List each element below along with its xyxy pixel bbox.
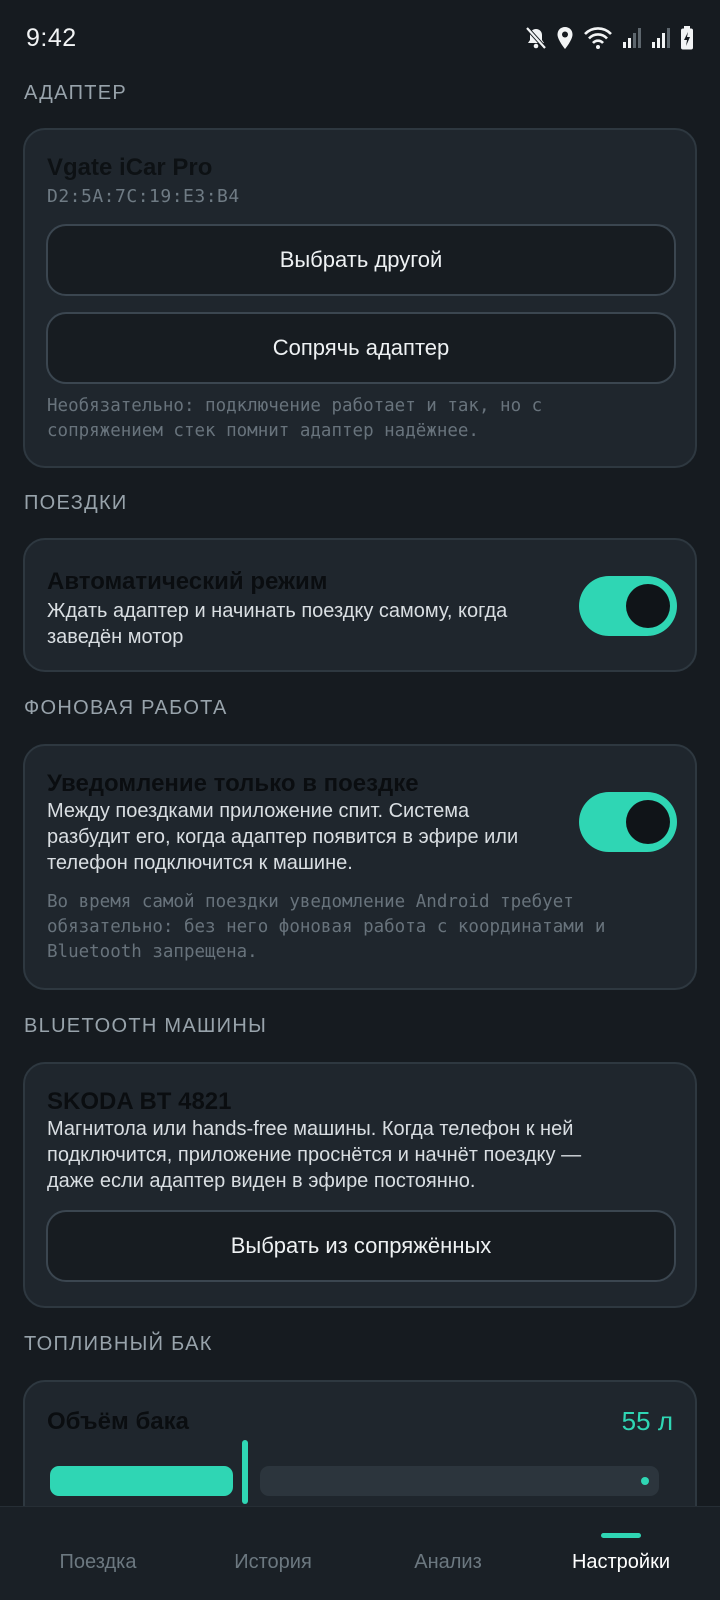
notification-description-line: телефон подключится к машине.: [47, 852, 353, 874]
adapter-mac: D2:5A:7C:19:E3:B4: [47, 186, 240, 207]
section-title-adapter: АДАПТЕР: [24, 82, 128, 104]
car-bluetooth-description-line: Магнитола или hands-free машины. Когда т…: [47, 1118, 574, 1140]
nav-item-trip[interactable]: Поездка: [8, 1551, 188, 1574]
nav-item-analysis[interactable]: Анализ: [358, 1551, 538, 1574]
slider-active-track: [50, 1466, 233, 1496]
nav-item-history[interactable]: История: [183, 1551, 363, 1574]
background-hint-line: обязательно: без него фоновая работа с к…: [47, 917, 606, 937]
tank-volume-value: 55 л: [621, 1406, 673, 1436]
battery-charging-icon: [680, 26, 694, 50]
status-bar: 9:42: [0, 0, 720, 80]
adapter-hint-line: сопряжением стек помнит адаптер надёжнее…: [47, 421, 479, 441]
car-bluetooth-description: Магнитола или hands-free машины. Когда т…: [47, 1116, 581, 1194]
background-hint: Во время самой поездки уведомление Andro…: [47, 890, 605, 965]
adapter-hint-line: Необязательно: подключение работает и та…: [47, 396, 543, 416]
status-time: 9:42: [26, 24, 77, 52]
background-hint-line: Во время самой поездки уведомление Andro…: [47, 892, 574, 912]
car-bluetooth-card: SKODA BT 4821 Магнитола или hands-free м…: [23, 1062, 697, 1308]
location-icon: [556, 26, 574, 50]
toggle-knob: [626, 584, 670, 628]
trips-card: Автоматический режим Ждать адаптер и нач…: [23, 538, 697, 672]
adapter-hint: Необязательно: подключение работает и та…: [47, 394, 542, 444]
slider-end-dot: [641, 1477, 649, 1485]
bottom-nav: Поездка История Анализ Настройки: [0, 1506, 720, 1600]
slider-inactive-track: [260, 1466, 659, 1496]
tank-volume-label: Объём бака: [47, 1408, 189, 1435]
auto-mode-description: Ждать адаптер и начинать поездку самому,…: [47, 598, 507, 650]
section-title-background: ФОНОВАЯ РАБОТА: [24, 697, 228, 719]
adapter-card: Vgate iCar Pro D2:5A:7C:19:E3:B4 Выбрать…: [23, 128, 697, 468]
wifi-icon: [583, 26, 613, 50]
choose-other-adapter-button[interactable]: Выбрать другой: [46, 224, 676, 296]
nav-active-indicator: [601, 1533, 641, 1538]
car-bluetooth-description-line: подключится, приложение проснётся и начн…: [47, 1144, 582, 1166]
notification-description: Между поездками приложение спит. Система…: [47, 798, 518, 876]
car-bluetooth-device-name: SKODA BT 4821: [47, 1088, 232, 1115]
auto-mode-toggle[interactable]: [579, 576, 677, 636]
section-title-fuel-tank: ТОПЛИВНЫЙ БАК: [24, 1333, 213, 1355]
section-title-car-bluetooth: BLUETOOTH МАШИНЫ: [24, 1015, 268, 1037]
notification-description-line: разбудит его, когда адаптер появится в э…: [47, 826, 519, 848]
mute-icon: [525, 26, 547, 50]
nav-item-settings[interactable]: Настройки: [531, 1551, 711, 1574]
auto-mode-title: Автоматический режим: [47, 568, 328, 595]
toggle-knob: [626, 800, 670, 844]
signal-icon: [651, 27, 671, 49]
auto-mode-description-line: заведён мотор: [47, 626, 184, 648]
status-icons: [525, 26, 694, 50]
background-card: Уведомление только в поездке Между поезд…: [23, 744, 697, 990]
signal-icon: [622, 27, 642, 49]
section-title-trips: ПОЕЗДКИ: [24, 492, 128, 514]
adapter-name: Vgate iCar Pro: [47, 154, 213, 181]
notification-description-line: Между поездками приложение спит. Система: [47, 800, 470, 822]
choose-paired-device-button[interactable]: Выбрать из сопряжённых: [46, 1210, 676, 1282]
auto-mode-description-line: Ждать адаптер и начинать поездку самому,…: [47, 600, 508, 622]
slider-thumb[interactable]: [242, 1440, 248, 1504]
pair-adapter-button[interactable]: Сопрячь адаптер: [46, 312, 676, 384]
car-bluetooth-description-line: даже если адаптер виден в эфире постоянн…: [47, 1170, 476, 1192]
notification-title: Уведомление только в поездке: [47, 770, 419, 797]
background-hint-line: Bluetooth запрещена.: [47, 942, 258, 962]
notification-toggle[interactable]: [579, 792, 677, 852]
